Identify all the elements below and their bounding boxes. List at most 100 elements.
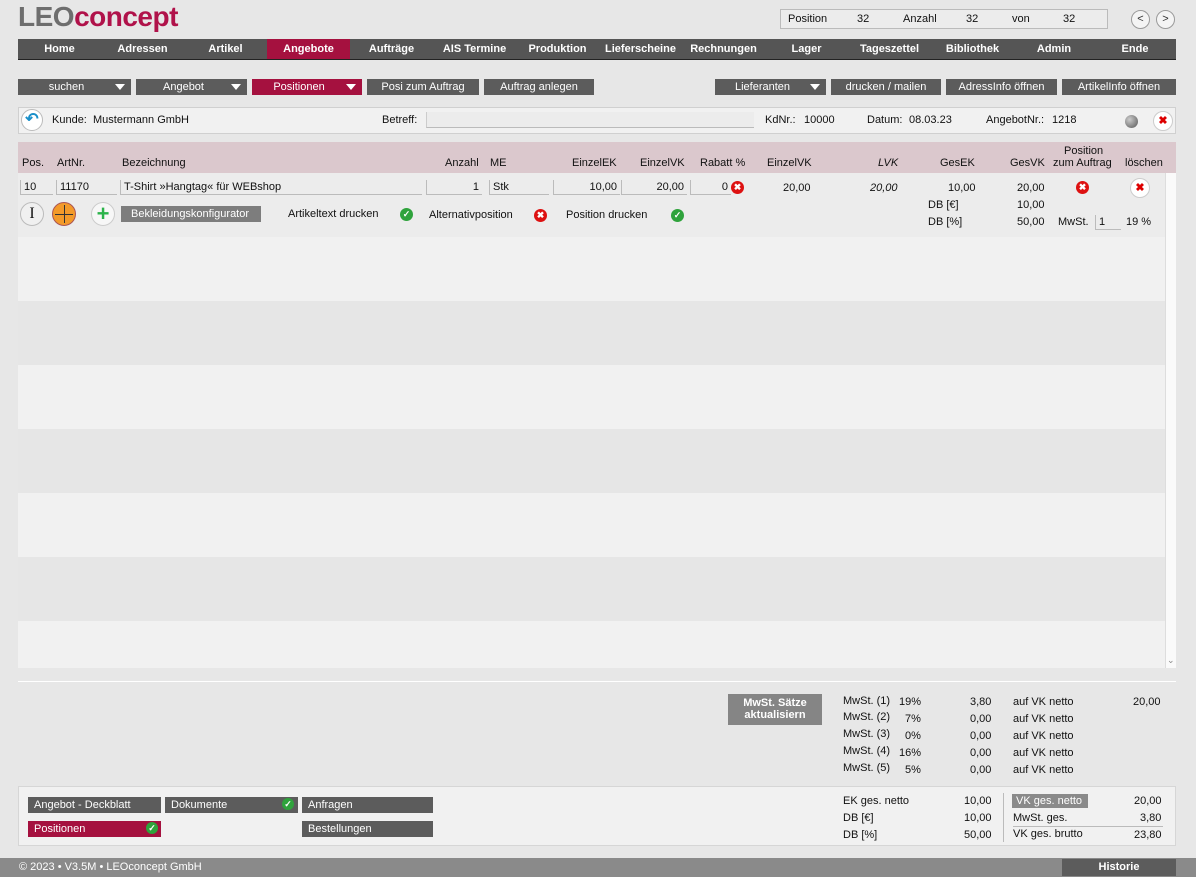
artnr-field[interactable]: 11170 (56, 180, 117, 195)
empty-row (18, 429, 1165, 493)
mwst-row-rate: 5% (905, 764, 921, 776)
angebot-dropdown[interactable]: Angebot (136, 79, 247, 95)
position-zum-auftrag-toggle-icon[interactable]: ✖ (1076, 181, 1089, 194)
mwst-row-label: MwSt. (3) (843, 728, 891, 740)
col-einzelek: EinzelEK (572, 157, 617, 169)
einzelvk-field[interactable]: 20,00 (621, 180, 687, 195)
nav-auftraege[interactable]: Aufträge (350, 39, 433, 60)
mwst-row-label: MwSt. (1) (843, 695, 891, 707)
betreff-label: Betreff: (382, 114, 418, 126)
empty-row (18, 365, 1165, 429)
nav-lieferscheine[interactable]: Lieferscheine (599, 39, 682, 60)
dropdown-arrow-icon (115, 84, 125, 90)
adressinfo-button[interactable]: AdressInfo öffnen (946, 79, 1057, 95)
nav-tageszettel[interactable]: Tageszettel (848, 39, 931, 60)
betreff-input[interactable] (426, 112, 754, 128)
previous-record-button[interactable]: < (1131, 10, 1150, 29)
empty-row (18, 557, 1165, 621)
totals-divider (1003, 793, 1004, 842)
nav-artikel[interactable]: Artikel (184, 39, 267, 60)
position-drucken-label: Position drucken (566, 209, 648, 221)
bekleidungskonfigurator-button[interactable]: Bekleidungskonfigurator (121, 206, 261, 222)
db-pct-total-value: 50,00 (964, 829, 992, 841)
close-icon[interactable]: ✖ (1153, 111, 1173, 131)
copyright-text: © 2023 • V3.5M • LEOconcept GmbH (19, 861, 202, 873)
next-record-button[interactable]: > (1156, 10, 1175, 29)
back-arrow-icon[interactable]: ↶ (21, 109, 43, 131)
positionen-dropdown[interactable]: Positionen (252, 79, 362, 95)
kunde-label: Kunde: (52, 114, 87, 126)
ek-ges-netto-value: 10,00 (964, 795, 992, 807)
anzahl-field[interactable]: 1 (426, 180, 482, 195)
list-scrollbar[interactable]: ⌄ (1165, 173, 1176, 668)
add-position-icon[interactable]: + (91, 202, 115, 226)
check-icon: ✓ (146, 822, 158, 834)
positions-table-header: Pos. ArtNr. Bezeichnung Anzahl ME Einzel… (18, 142, 1176, 173)
bestellungen-button[interactable]: Bestellungen (302, 821, 433, 837)
suchen-dropdown[interactable]: suchen (18, 79, 131, 95)
empty-row (18, 621, 1165, 668)
lieferanten-dropdown[interactable]: Lieferanten (715, 79, 826, 95)
mwst-saetze-aktualisieren-button[interactable]: MwSt. Sätze aktualisiern (728, 694, 822, 725)
vk-ges-netto-value: 20,00 (1134, 795, 1162, 807)
deckblatt-button[interactable]: Angebot - Deckblatt (28, 797, 161, 813)
kdnr-value: 10000 (804, 114, 835, 126)
nav-home[interactable]: Home (18, 39, 101, 60)
nav-angebote[interactable]: Angebote (267, 39, 350, 60)
artikeltext-toggle-icon[interactable]: ✓ (400, 208, 413, 221)
mwst-row-label: MwSt. (2) (843, 711, 891, 723)
mwst-row-amount: 0,00 (970, 764, 992, 776)
artikelinfo-button[interactable]: ArtikelInfo öffnen (1062, 79, 1176, 95)
auftrag-anlegen-button[interactable]: Auftrag anlegen (484, 79, 594, 95)
einzelek-field[interactable]: 10,00 (553, 180, 620, 195)
dokumente-button[interactable]: Dokumente ✓ (165, 797, 298, 813)
pos-field[interactable]: 10 (20, 180, 53, 195)
record-counter: Position 32 Anzahl 32 von 32 (780, 9, 1108, 29)
vk-ges-brutto-label: VK ges. brutto (1013, 828, 1083, 840)
mwst-rate-value: 19 % (1126, 216, 1152, 228)
nav-produktion[interactable]: Produktion (516, 39, 599, 60)
db-pct-label: DB [%] (928, 216, 963, 228)
anfragen-button[interactable]: Anfragen (302, 797, 433, 813)
nav-lager[interactable]: Lager (765, 39, 848, 60)
nav-adressen[interactable]: Adressen (101, 39, 184, 60)
mwst-row-rate: 16% (899, 747, 922, 759)
vk-ges-netto-label: VK ges. netto (1012, 794, 1088, 808)
col-einzelvk-net: EinzelVK (767, 157, 812, 169)
nav-ende[interactable]: Ende (1094, 39, 1176, 60)
artikeltext-label: Artikeltext drucken (288, 208, 379, 220)
text-cursor-icon[interactable]: I (20, 202, 44, 226)
rabatt-toggle-icon[interactable]: ✖ (731, 181, 744, 194)
footer: © 2023 • V3.5M • LEOconcept GmbH Histori… (0, 858, 1196, 877)
mwst-row-amount: 3,80 (970, 696, 992, 708)
mwst-code-field[interactable]: 1 (1095, 215, 1121, 230)
dropdown-arrow-icon (231, 84, 241, 90)
mwst-label: MwSt. (1058, 216, 1089, 228)
db-eur-total-value: 10,00 (964, 812, 992, 824)
bezeichnung-field[interactable]: T-Shirt »Hangtag« für WEBshop (120, 180, 422, 195)
rabatt-field[interactable]: 0 (690, 180, 731, 195)
drucken-mailen-button[interactable]: drucken / mailen (831, 79, 941, 95)
sum-divider (1013, 826, 1163, 827)
empty-row (18, 237, 1165, 301)
gesek-value: 10,00 (948, 182, 976, 194)
posi-zum-auftrag-button[interactable]: Posi zum Auftrag (367, 79, 479, 95)
alternativ-toggle-icon[interactable]: ✖ (534, 209, 547, 222)
counter-position-value: 32 (857, 13, 870, 25)
bottom-panel: Angebot - Deckblatt Dokumente ✓ Anfragen … (18, 786, 1176, 846)
nav-bibliothek[interactable]: Bibliothek (931, 39, 1014, 60)
nav-admin[interactable]: Admin (1014, 39, 1094, 60)
positionen-tab-button[interactable]: Positionen ✓ (28, 821, 161, 837)
nav-ais-termine[interactable]: AIS Termine (433, 39, 516, 60)
mwst-row-amount: 0,00 (970, 730, 992, 742)
col-me: ME (490, 157, 507, 169)
mwst-row-rate: 7% (905, 713, 921, 725)
me-field[interactable]: Stk (489, 180, 549, 195)
position-drucken-toggle-icon[interactable]: ✓ (671, 209, 684, 222)
delete-position-icon[interactable]: ✖ (1130, 178, 1150, 198)
calculation-icon[interactable] (52, 202, 76, 226)
historie-button[interactable]: Historie (1062, 859, 1176, 876)
mwst-row-netto: 20,00 (1133, 696, 1161, 708)
nav-rechnungen[interactable]: Rechnungen (682, 39, 765, 60)
scroll-down-icon[interactable]: ⌄ (1167, 655, 1175, 666)
